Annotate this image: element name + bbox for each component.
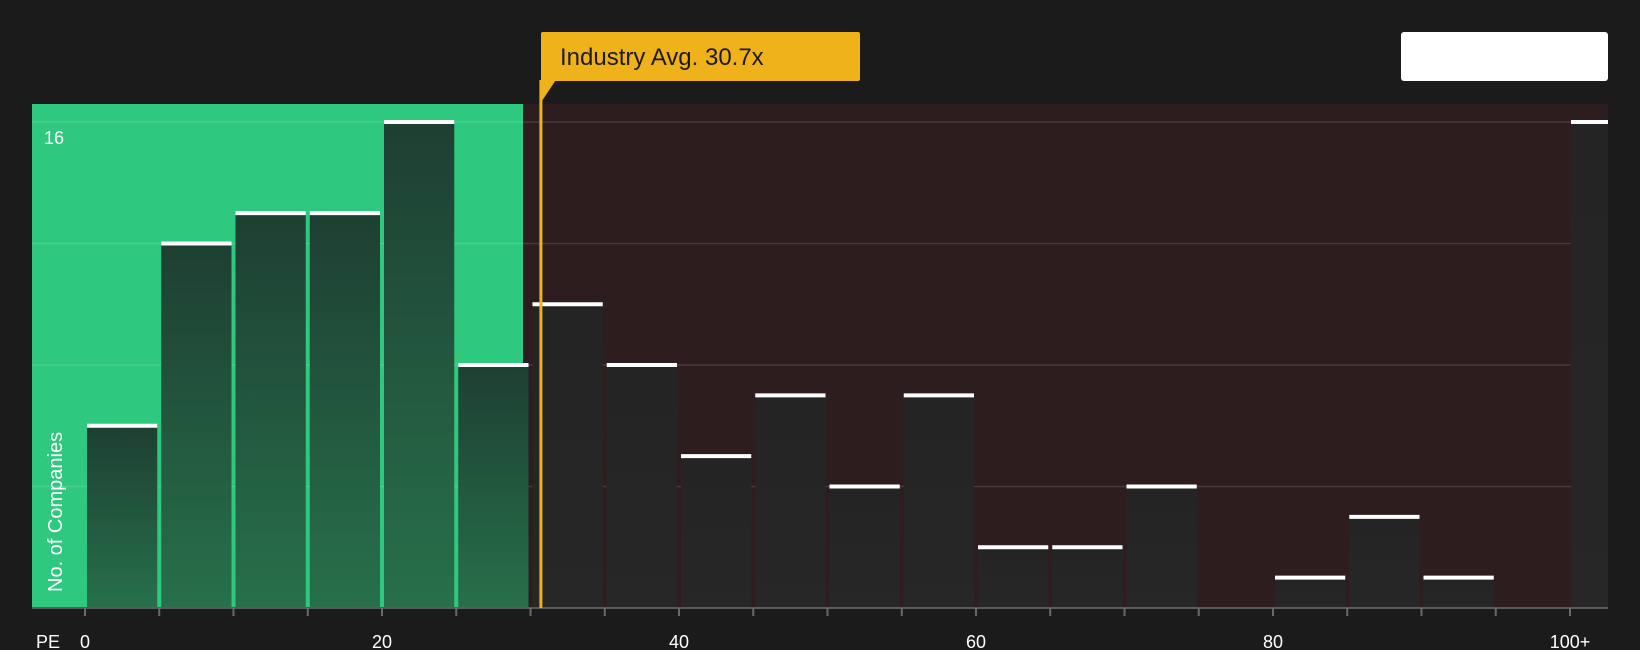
bar-cap xyxy=(829,484,900,489)
bar-cap xyxy=(1423,575,1494,580)
pe-distribution-chart: 0 20 40 60 80 100+ Industry Avg. 30.7x 16 No.… xyxy=(32,32,1609,650)
y-axis-title: No. of Companies xyxy=(45,432,67,592)
bar-cap xyxy=(606,363,677,367)
histogram-bar xyxy=(1275,577,1346,608)
x-tick-label: 20 xyxy=(372,632,392,650)
bar-cap xyxy=(87,423,158,428)
bar-cap xyxy=(1349,514,1420,519)
histogram-bar xyxy=(161,243,232,608)
bar-cap xyxy=(755,393,826,398)
histogram-bar xyxy=(606,365,677,608)
histogram-bar xyxy=(978,547,1049,608)
legend-box xyxy=(1401,32,1608,81)
histogram-bar xyxy=(755,395,826,608)
histogram-bar xyxy=(903,395,974,608)
histogram-bar xyxy=(384,122,455,608)
x-tick-label: 100+ xyxy=(1550,632,1591,650)
bar-cap xyxy=(903,393,974,398)
x-tick-label: 80 xyxy=(1263,632,1283,650)
bar-cap xyxy=(978,545,1049,550)
histogram-bar xyxy=(1423,577,1494,608)
histogram-bar xyxy=(458,365,529,608)
x-tick-label: 0 xyxy=(80,632,90,650)
bar-cap xyxy=(1052,545,1123,550)
histogram-bar xyxy=(1571,122,1608,608)
histogram-bar xyxy=(681,456,752,608)
bar-cap xyxy=(235,211,306,216)
bar-cap xyxy=(309,211,380,216)
bar-cap xyxy=(1126,484,1197,489)
x-tick-label: 40 xyxy=(669,632,689,650)
histogram-bar xyxy=(235,213,306,608)
histogram-bar xyxy=(309,213,380,608)
histogram-bar xyxy=(532,304,603,608)
bar-cap xyxy=(1571,120,1608,124)
bar-cap xyxy=(384,120,455,124)
bar-cap xyxy=(681,454,752,459)
industry-average-label: Industry Avg. 30.7x xyxy=(560,44,764,71)
bar-cap xyxy=(1275,575,1346,580)
bar-cap xyxy=(161,241,232,246)
y-max-label: 16 xyxy=(44,128,64,148)
histogram-bar xyxy=(1349,516,1420,608)
x-tick-label: 60 xyxy=(966,632,986,650)
bar-cap xyxy=(532,302,603,307)
histogram-bar xyxy=(1052,547,1123,608)
histogram-bar xyxy=(87,425,158,608)
histogram-bar xyxy=(829,486,900,608)
bar-cap xyxy=(458,363,529,367)
x-axis-title: PE xyxy=(36,632,60,650)
histogram-bar xyxy=(1126,486,1197,608)
